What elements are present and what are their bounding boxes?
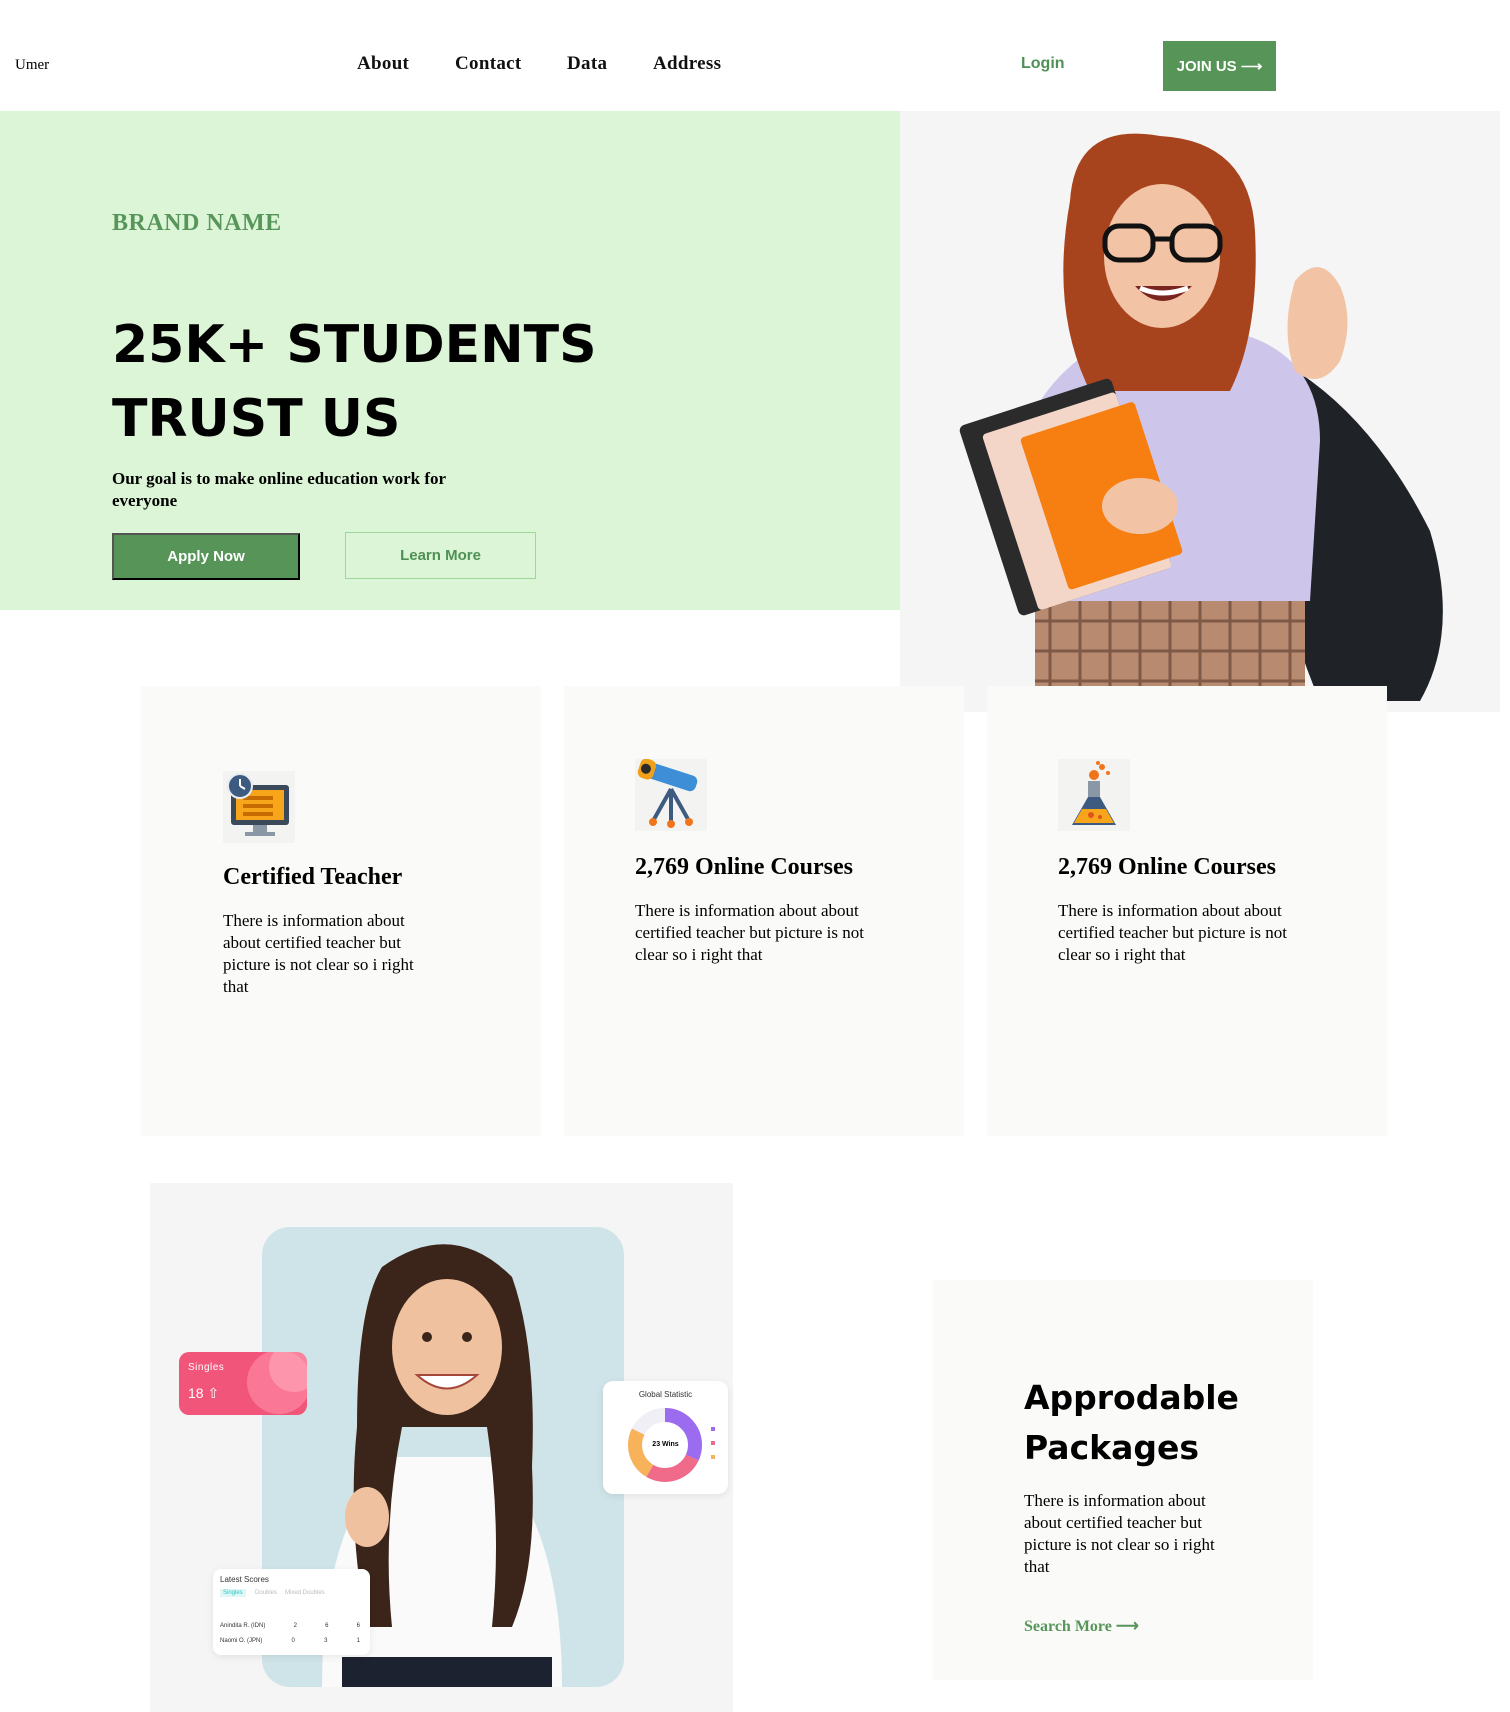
brand-name: BRAND NAME <box>112 210 282 236</box>
search-more-link[interactable]: Search More ⟶ <box>1024 1616 1139 1636</box>
packages-title-line-1: Approdable <box>1024 1378 1239 1417</box>
singles-label: Singles <box>188 1362 225 1373</box>
score: 2 <box>293 1623 297 1629</box>
feature-card-certified-teacher: Certified Teacher There is information a… <box>141 686 541 1136</box>
latest-scores-widget: Latest Scores Singles Doubles Mixed Doub… <box>213 1569 370 1655</box>
score: 6 <box>356 1623 360 1629</box>
login-link[interactable]: Login <box>1021 55 1065 73</box>
student-illustration <box>959 133 1443 712</box>
flask-icon <box>1058 759 1130 831</box>
nav-link-contact[interactable]: Contact <box>455 53 521 75</box>
scores-title: Latest Scores <box>220 1575 269 1584</box>
feature-title: Certified Teacher <box>223 864 403 890</box>
nav-link-data[interactable]: Data <box>567 53 607 75</box>
monitor-clock-icon <box>223 771 295 843</box>
packages-title-line-2: Packages <box>1024 1428 1199 1467</box>
headline-line-1: 25K+ STUDENTS <box>112 315 597 375</box>
table-row: Anindita R. (IDN) 2 6 6 <box>220 1623 360 1629</box>
telescope-icon <box>635 758 707 831</box>
player-name: Naomi O. (JPN) <box>220 1638 263 1644</box>
score: 0 <box>291 1638 295 1644</box>
legend-dot <box>711 1441 715 1445</box>
singles-widget: Singles 18 ⇧ <box>179 1352 307 1415</box>
feature-description: There is information about about certifi… <box>223 911 414 996</box>
student-photo <box>900 111 1500 712</box>
packages-title: Approdable Packages <box>1024 1373 1284 1473</box>
hero-headline: 25K+ STUDENTS TRUST US <box>112 308 632 456</box>
table-row: Naomi O. (JPN) 0 3 1 <box>220 1638 360 1644</box>
scores-tab-singles[interactable]: Singles <box>220 1589 246 1597</box>
feature-description: There is information about about certifi… <box>635 901 864 964</box>
legend-dot <box>711 1427 715 1431</box>
score: 3 <box>324 1638 328 1644</box>
player-name: Anindita R. (IDN) <box>220 1623 266 1629</box>
site-logo[interactable]: Umer <box>15 57 49 74</box>
singles-value: 18 ⇧ <box>188 1385 220 1401</box>
scores-tab-mixed[interactable]: Mixed Doubles <box>285 1590 325 1596</box>
hero-tagline: Our goal is to make online education wor… <box>112 469 446 510</box>
stat-title: Global Statistic <box>638 1390 693 1399</box>
nav-link-address[interactable]: Address <box>653 53 721 75</box>
feature-card-online-courses: 2,769 Online Courses There is informatio… <box>564 686 964 1136</box>
global-statistic-widget: Global Statistic 23 Wins <box>603 1381 728 1494</box>
feature-title: 2,769 Online Courses <box>1058 854 1277 880</box>
legend-dot <box>711 1455 715 1459</box>
stat-center-label: 23 Wins <box>652 1441 679 1448</box>
nav-link-about[interactable]: About <box>357 53 409 75</box>
score: 1 <box>356 1638 360 1644</box>
score: 6 <box>325 1623 329 1629</box>
feature-card-online-courses-2: 2,769 Online Courses There is informatio… <box>987 686 1387 1136</box>
headline-line-2: TRUST US <box>112 389 401 449</box>
feature-title: 2,769 Online Courses <box>635 854 854 880</box>
join-us-button[interactable]: JOIN US ⟶ <box>1163 41 1276 91</box>
apply-now-button[interactable]: Apply Now <box>112 533 300 580</box>
packages-description: There is information about about certifi… <box>1024 1491 1215 1576</box>
scores-tab-doubles[interactable]: Doubles <box>255 1590 277 1596</box>
learn-more-button[interactable]: Learn More <box>345 532 536 579</box>
feature-description: There is information about about certifi… <box>1058 901 1287 964</box>
